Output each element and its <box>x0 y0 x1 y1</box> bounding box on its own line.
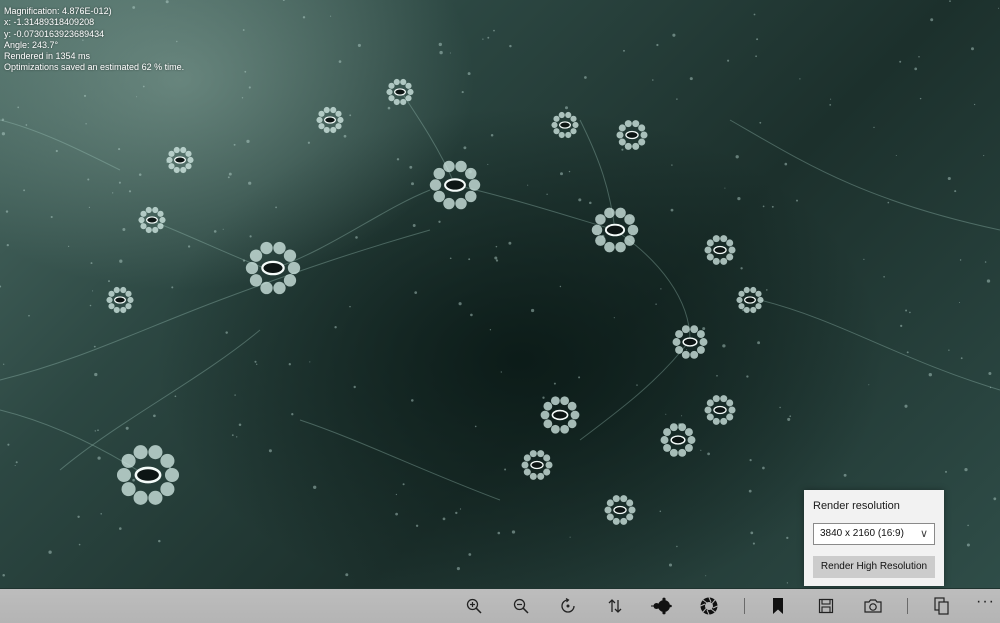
save-icon <box>818 598 834 614</box>
toolbar-separator <box>744 598 745 614</box>
x-coordinate-text: x: -1.31489318409208 <box>4 17 95 28</box>
copy-icon <box>934 597 949 615</box>
mandelbrot-button[interactable] <box>647 589 677 623</box>
swap-icon <box>608 599 622 613</box>
more-icon[interactable]: ··· <box>976 593 995 611</box>
camera-icon <box>864 599 882 613</box>
optimization-text: Optimizations saved an estimated 62 % ti… <box>4 62 185 73</box>
zoom-out-icon <box>513 598 529 614</box>
zoom-out-button[interactable] <box>506 589 536 623</box>
screenshot-button[interactable] <box>858 589 888 623</box>
aperture-icon <box>700 597 718 615</box>
rotate-button[interactable] <box>553 589 583 623</box>
render-time-text: Rendered in 1354 ms <box>4 51 91 62</box>
render-resolution-flyout: Render resolution 3840 x 2160 (16:9) ∨ R… <box>804 490 944 586</box>
mandelbrot-icon <box>651 597 672 615</box>
copy-button[interactable] <box>927 589 957 623</box>
render-high-resolution-button[interactable]: Render High Resolution <box>813 556 935 578</box>
chevron-down-icon: ∨ <box>919 528 928 540</box>
zoom-in-button[interactable] <box>459 589 489 623</box>
y-coordinate-text: y: -0.0730163923689434 <box>4 28 105 39</box>
bookmark-button[interactable] <box>763 589 793 623</box>
rotate-icon <box>561 598 575 613</box>
resolution-dropdown[interactable]: 3840 x 2160 (16:9) ∨ <box>813 523 935 545</box>
save-button[interactable] <box>811 589 841 623</box>
zoom-in-icon <box>466 598 482 614</box>
resolution-dropdown-value: 3840 x 2160 (16:9) <box>820 528 904 539</box>
angle-text: Angle: 243.7° <box>4 39 59 50</box>
render-resolution-label: Render resolution <box>813 500 900 512</box>
info-overlay: Magnification: 4.876E-012) x: -1.3148931… <box>4 6 184 74</box>
bookmark-icon <box>773 598 783 614</box>
julia-button[interactable] <box>694 589 724 623</box>
magnification-text: Magnification: 4.876E-012) <box>4 6 112 16</box>
swap-button[interactable] <box>600 589 630 623</box>
toolbar-separator <box>907 598 908 614</box>
command-bar: ··· <box>0 589 1000 623</box>
